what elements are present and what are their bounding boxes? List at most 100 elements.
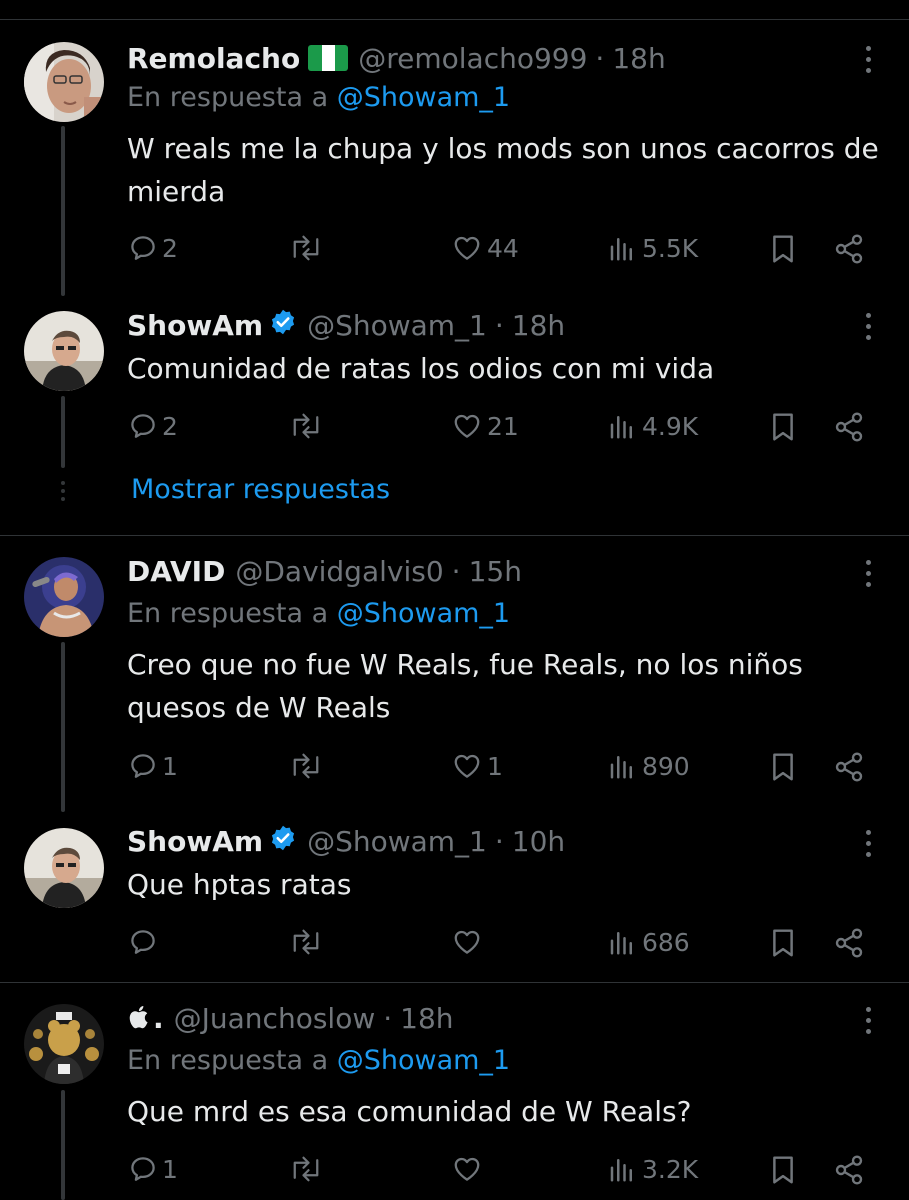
timestamp[interactable]: 18h: [512, 309, 565, 342]
avatar[interactable]: [24, 557, 104, 637]
bookmark-icon: [773, 753, 793, 781]
views-button[interactable]: 686: [606, 927, 690, 957]
bookmark-button[interactable]: [768, 233, 798, 265]
thread-divider: [0, 535, 909, 536]
reply-mention-link[interactable]: @Showam_1: [337, 1045, 510, 1076]
reply-mention-link[interactable]: @Showam_1: [337, 598, 510, 629]
thread-gap-dot: [61, 489, 65, 493]
display-name[interactable]: .: [127, 1002, 164, 1035]
views-button[interactable]: 5.5K: [606, 233, 698, 263]
like-button[interactable]: 1: [451, 751, 503, 781]
avatar[interactable]: [24, 828, 104, 908]
retweet-icon: [293, 753, 319, 779]
display-name-dot: .: [153, 1001, 164, 1035]
reply-button[interactable]: 1: [128, 1154, 178, 1184]
bookmark-button[interactable]: [768, 411, 798, 443]
display-name[interactable]: ShowAm: [127, 309, 263, 342]
more-options-icon[interactable]: [856, 39, 880, 79]
reply-mention-link[interactable]: @Showam_1: [337, 82, 510, 113]
bookmark-icon: [773, 1156, 793, 1184]
views-button[interactable]: 890: [606, 751, 690, 781]
views-button[interactable]: 4.9K: [606, 411, 698, 441]
analytics-icon: [610, 416, 632, 439]
separator-dot: ·: [595, 41, 605, 75]
display-name[interactable]: Remolacho: [127, 42, 300, 75]
tweet-header: Remolacho @remolacho999 · 18h: [127, 40, 666, 76]
share-icon: [835, 752, 863, 782]
avatar[interactable]: [24, 42, 104, 122]
share-icon: [835, 1155, 863, 1185]
share-button[interactable]: [832, 751, 866, 783]
reply-icon: [131, 754, 155, 778]
reply-button[interactable]: 2: [128, 233, 178, 263]
view-count: 3.2K: [642, 1154, 699, 1184]
thread-line: [61, 1090, 65, 1200]
retweet-button[interactable]: [288, 1154, 324, 1184]
timestamp[interactable]: 10h: [512, 825, 565, 858]
bookmark-icon: [773, 929, 793, 957]
retweet-button[interactable]: [288, 411, 324, 441]
share-button[interactable]: [832, 927, 866, 959]
retweet-button[interactable]: [288, 233, 324, 263]
more-options-icon[interactable]: [856, 306, 880, 346]
retweet-button[interactable]: [288, 927, 324, 957]
analytics-icon: [610, 932, 632, 955]
bookmark-button[interactable]: [768, 1154, 798, 1186]
avatar[interactable]: [24, 1004, 104, 1084]
timestamp[interactable]: 18h: [612, 42, 665, 75]
reply-button[interactable]: 2: [128, 411, 178, 441]
timestamp[interactable]: 18h: [400, 1002, 453, 1035]
like-button[interactable]: 21: [451, 411, 519, 441]
bookmark-button[interactable]: [768, 927, 798, 959]
like-button[interactable]: 44: [451, 233, 519, 263]
analytics-icon: [610, 1159, 632, 1182]
thread-gap-dot: [61, 481, 65, 485]
thread-line: [61, 642, 65, 812]
separator-dot: ·: [451, 554, 461, 588]
share-button[interactable]: [832, 1154, 866, 1186]
thread-gap-dot: [61, 497, 65, 501]
reply-count: 1: [162, 1154, 178, 1184]
tweet-text: Comunidad de ratas los odios con mi vida: [127, 352, 715, 385]
tweet-header: ShowAm @Showam_1 · 18h: [127, 307, 565, 343]
reply-context: En respuesta a @Showam_1: [127, 1045, 510, 1076]
analytics-icon: [610, 238, 632, 261]
user-handle[interactable]: @remolacho999: [358, 42, 587, 75]
like-count: 21: [487, 411, 519, 441]
apple-logo-icon: [129, 1005, 148, 1028]
timestamp[interactable]: 15h: [469, 555, 522, 588]
more-options-icon[interactable]: [856, 823, 880, 863]
like-button[interactable]: [451, 927, 487, 957]
more-options-icon[interactable]: [856, 1000, 880, 1040]
reply-context: En respuesta a @Showam_1: [127, 598, 510, 629]
reply-button[interactable]: 1: [128, 751, 178, 781]
reply-button[interactable]: [128, 927, 162, 957]
tweet-header: DAVID @Davidgalvis0 · 15h: [127, 553, 522, 589]
user-handle[interactable]: @Showam_1: [307, 825, 487, 858]
retweet-button[interactable]: [288, 751, 324, 781]
view-count: 4.9K: [642, 411, 699, 441]
retweet-icon: [293, 235, 319, 261]
heart-icon: [454, 754, 480, 778]
more-options-icon[interactable]: [856, 553, 880, 593]
bookmark-button[interactable]: [768, 751, 798, 783]
user-handle[interactable]: @Juanchoslow: [174, 1002, 376, 1035]
reply-prefix: En respuesta a: [127, 598, 329, 629]
share-icon: [835, 928, 863, 958]
share-button[interactable]: [832, 411, 866, 443]
bookmark-icon: [773, 235, 793, 263]
avatar[interactable]: [24, 311, 104, 391]
share-button[interactable]: [832, 233, 866, 265]
views-button[interactable]: 3.2K: [606, 1154, 698, 1184]
heart-icon: [454, 236, 480, 260]
show-replies-link[interactable]: Mostrar respuestas: [131, 474, 390, 505]
user-handle[interactable]: @Davidgalvis0: [235, 555, 443, 588]
share-icon: [835, 234, 863, 264]
like-button[interactable]: [451, 1154, 487, 1184]
user-handle[interactable]: @Showam_1: [307, 309, 487, 342]
view-count: 686: [642, 927, 690, 957]
display-name[interactable]: DAVID: [127, 555, 225, 588]
thread-line: [61, 396, 65, 468]
display-name[interactable]: ShowAm: [127, 825, 263, 858]
view-count: 890: [642, 751, 690, 781]
